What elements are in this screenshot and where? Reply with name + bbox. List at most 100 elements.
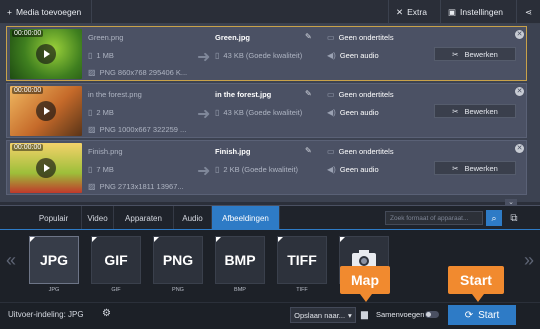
source-size-text: 2 MB [96,108,114,117]
source-size-text: 7 MB [96,165,114,174]
scissors-icon: ✂ [452,106,459,116]
save-to-label: Opslaan naar... [294,310,346,320]
image-icon: ▨ [88,125,96,134]
callout-start: Start [448,266,504,302]
edit-label: Bewerken [464,49,498,59]
merge-toggle[interactable] [425,311,439,318]
format-search-input[interactable]: Zoek formaat of apparaat... [385,211,483,225]
scissors-icon: ✂ [452,163,459,173]
format-icon: BMP [215,236,265,284]
edit-button[interactable]: ✂ Bewerken [434,104,516,118]
tools-icon: ✕ [396,6,404,17]
corner-mark [30,237,35,242]
pencil-icon[interactable]: ✎ [305,32,312,41]
edit-label: Bewerken [464,163,498,173]
output-format-label: Uitvoer-indeling: JPG [8,310,84,319]
file-thumbnail[interactable]: 00:00:00 [10,86,82,136]
tab-audio[interactable]: Audio [174,206,212,230]
tab-video[interactable]: Video [82,206,114,230]
search-icon[interactable]: ⌕ [486,210,502,226]
refresh-icon: ⟳ [464,309,474,321]
close-icon[interactable]: ✕ [515,144,524,153]
source-size: ▯ 1 MB [88,51,114,60]
edit-button[interactable]: ✂ Bewerken [434,47,516,61]
scissors-icon: ✂ [452,49,459,59]
play-icon[interactable] [36,101,56,121]
audio-selector[interactable]: ◀) Geen audio [327,51,379,60]
tab-images[interactable]: Afbeeldingen [212,206,280,230]
format-jpg[interactable]: JPG JPG [26,234,82,293]
audio-selector[interactable]: ◀) Geen audio [327,165,379,174]
edit-button[interactable]: ✂ Bewerken [434,161,516,175]
subtitles-selector[interactable]: ▭ Geen ondertitels [327,90,394,99]
format-tiff[interactable]: TIFF TIFF [274,234,330,293]
corner-mark [92,237,97,242]
next-arrow-icon[interactable]: » [524,250,534,271]
close-icon[interactable]: ✕ [515,30,524,39]
file-icon: ▯ [88,108,93,117]
corner-mark [340,237,345,242]
chevron-down-icon: ▾ [348,310,352,320]
device-scan-icon[interactable]: ⧉ [506,210,522,226]
prev-arrow-icon[interactable]: « [6,250,16,271]
format-bmp[interactable]: BMP BMP [212,234,268,293]
subtitles-icon: ▭ [327,147,335,156]
subtitles-selector[interactable]: ▭ Geen ondertitels [327,147,394,156]
close-icon[interactable]: ✕ [515,87,524,96]
output-size: ▯ 43 KB (Goede kwaliteit) [215,108,302,117]
format-icon: JPG [29,236,79,284]
tab-devices[interactable]: Apparaten [114,206,174,230]
file-icon: ▯ [88,51,93,60]
play-icon[interactable] [36,44,56,64]
format-label: JPG [48,287,60,293]
arrow-right-icon: ➜ [197,163,211,180]
add-media-label: Media toevoegen [15,7,82,17]
speaker-icon: ◀) [327,108,336,117]
save-to-dropdown[interactable]: Opslaan naar... ▾ [290,307,356,323]
timecode: 00:00:00 [12,30,44,37]
subtitles-text: Geen ondertitels [338,147,394,156]
image-icon: ▨ [88,182,96,191]
source-filename: in the forest.png [88,90,142,99]
format-label: GIF [111,287,121,293]
file-icon: ▯ [88,165,93,174]
start-label: Start [478,309,500,321]
output-filename[interactable]: Green.jpg [215,33,250,42]
file-row[interactable]: 00:00:00 Green.png ▯ 1 MB ▨ PNG 860x768 29… [6,26,527,81]
merge-label: Samenvoegen [376,310,425,319]
pencil-icon[interactable]: ✎ [305,89,312,98]
format-gif[interactable]: GIF GIF [88,234,144,293]
output-filename[interactable]: in the forest.jpg [215,90,271,99]
share-button[interactable]: ⋖ [516,0,540,24]
audio-text: Geen audio [339,165,379,174]
output-size-text: 2 KB (Goede kwaliteit) [223,165,299,174]
callout-map: Map [340,266,390,302]
tab-popular[interactable]: Populair [26,206,82,230]
source-size-text: 1 MB [96,51,114,60]
gear-icon[interactable]: ⚙ [102,308,114,320]
pencil-icon[interactable]: ✎ [305,146,312,155]
format-label: BMP [234,287,246,293]
source-filename: Finish.png [88,147,123,156]
file-row[interactable]: 00:00:00 in the forest.png ▯ 2 MB ▨ PNG 10… [6,83,527,138]
add-media-button[interactable]: + Media toevoegen [0,0,92,24]
folder-icon[interactable]: ▆ [361,309,368,320]
file-thumbnail[interactable]: 00:00:00 [10,29,82,79]
audio-selector[interactable]: ◀) Geen audio [327,108,379,117]
file-row[interactable]: 00:00:00 Finish.png ▯ 7 MB ▨ PNG 2713x1811… [6,140,527,195]
extra-button[interactable]: ✕ Extra [388,0,440,24]
toolbox-icon: ▣ [448,6,457,17]
output-filename[interactable]: Finish.jpg [215,147,250,156]
subtitles-selector[interactable]: ▭ Geen ondertitels [327,33,394,42]
file-icon: ▯ [215,51,220,60]
top-toolbar: + Media toevoegen ✕ Extra ▣ Instellingen… [0,0,540,24]
play-icon[interactable] [36,158,56,178]
subtitles-icon: ▭ [327,90,335,99]
audio-text: Geen audio [339,108,379,117]
file-thumbnail[interactable]: 00:00:00 [10,143,82,193]
settings-button[interactable]: ▣ Instellingen [440,0,516,24]
format-png[interactable]: PNG PNG [150,234,206,293]
subtitles-icon: ▭ [327,33,335,42]
start-button[interactable]: ⟳ Start [448,305,516,325]
extra-label: Extra [407,7,427,17]
